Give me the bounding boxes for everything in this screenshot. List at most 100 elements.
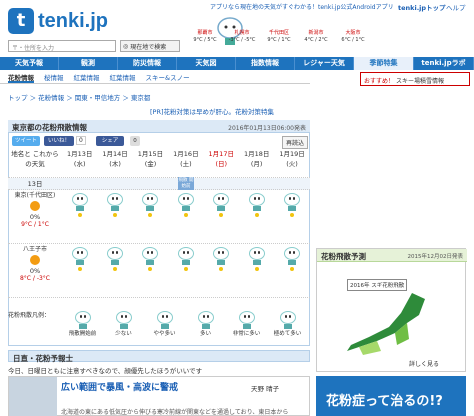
date-cell: 1月19日(火)	[279, 150, 305, 168]
news-card[interactable]: 広い範囲で暴風・高波に警戒 天野 晴子 北海道の東にある低気圧から伸びる寒冷前線…	[8, 376, 310, 416]
corner-label: 地名と これからの天気	[11, 150, 59, 168]
place-name: 東京(千代田区)	[14, 192, 56, 199]
view-details-link[interactable]: 詳しく見る	[409, 359, 439, 368]
subnav-item[interactable]: 花粉情報	[8, 72, 34, 83]
nav-item[interactable]: 天気予報	[0, 57, 59, 70]
pollen-mascot-icon	[142, 193, 159, 211]
pollen-mascot-icon	[115, 311, 132, 329]
nav-item-selected[interactable]: 季節特集	[354, 57, 414, 70]
pollen-cell	[133, 190, 168, 243]
pollen-cell	[204, 190, 239, 243]
city-card[interactable]: 千代田区 9°C / 1°C	[262, 30, 296, 54]
news-headline[interactable]: 広い範囲で暴風・高波に警戒	[61, 380, 178, 393]
issued-time: 2016年01月13日06:00発表	[228, 125, 306, 132]
ski-snow-ad[interactable]: おすすめ！ スキー場積雪情報	[360, 72, 470, 86]
pollen-cell	[97, 244, 132, 297]
legend-item: 多い	[185, 308, 226, 346]
like-button[interactable]: いいね！	[44, 136, 74, 146]
pollen-mascot-icon	[238, 311, 255, 329]
season-start-marker: 飛散 開始前	[178, 177, 194, 190]
pollen-cell	[204, 244, 239, 297]
weather-map-image	[9, 377, 57, 416]
sidebar-date: 2015年12月02日発表	[407, 254, 464, 260]
sunny-icon	[30, 255, 40, 265]
pollen-cell	[239, 190, 274, 243]
legend-title: 花粉飛散凡例：	[8, 312, 51, 319]
nav-item[interactable]: レジャー天気	[295, 57, 354, 70]
share-count: 0	[130, 136, 140, 146]
place-row: 八王子市 0% 8°C / -3°C	[8, 244, 310, 298]
city-forecast-strip: 那覇市 9°C / 5°C 札幌市 -3°C / -5°C 千代田区 9°C / 1°…	[188, 30, 370, 54]
pollen-cell	[62, 190, 97, 243]
nav-item[interactable]: 観測	[59, 57, 118, 70]
pollen-mascot-icon	[156, 311, 173, 329]
date-cell: 1月18日(月)	[243, 150, 270, 168]
date-cell: 1月16日(土)	[173, 150, 199, 168]
today-label: 13日	[27, 180, 43, 188]
place-cell[interactable]: 八王子市 0% 8°C / -3°C	[8, 244, 62, 297]
help-link[interactable]: ヘルプ	[446, 2, 466, 12]
forecaster-section-header: 日直・花粉予報士	[8, 350, 310, 363]
city-card[interactable]: 那覇市 9°C / 5°C	[188, 30, 222, 54]
top-link[interactable]: tenki.jpトップ	[398, 2, 446, 12]
nav-item[interactable]: 指数情報	[236, 57, 295, 70]
pollen-mascot-icon	[248, 193, 265, 211]
subnav-item[interactable]: 桜情報	[44, 72, 64, 83]
city-card[interactable]: 新潟市 4°C / 2°C	[299, 30, 333, 54]
pollen-mascot-icon	[279, 311, 296, 329]
like-count: 0	[76, 136, 86, 145]
pollen-forecast-sidebar[interactable]: 花粉飛散予測 2015年12月02日発表 2016年 スギ花粉飛散 詳しく見る	[316, 248, 467, 372]
panel-title: 東京都の花粉飛散情報	[12, 123, 87, 132]
pollen-cell	[168, 244, 203, 297]
pollen-cell	[133, 244, 168, 297]
sunny-icon	[30, 201, 40, 211]
pollen-mascot-icon	[284, 247, 301, 265]
nav-item[interactable]: tenki.jpラボ	[414, 57, 474, 70]
pollen-mascot-icon	[248, 247, 265, 265]
pollen-mascot-icon	[107, 247, 124, 265]
logo-icon: t	[8, 8, 34, 34]
subnav-item[interactable]: 紅葉情報	[74, 72, 100, 83]
address-search-input[interactable]: 〒・住所を入力	[8, 40, 116, 52]
pollen-mascot-icon	[197, 311, 214, 329]
precip-pct: 0%	[29, 213, 41, 221]
main-nav: 天気予報 観測 防災情報 天気図 指数情報 レジャー天気 季節特集 tenki.…	[0, 57, 474, 70]
tweet-button[interactable]: ツイート	[12, 136, 40, 146]
pollen-legend: 花粉飛散凡例： 飛散開始前 少ない やや多い 多い 非常に多い 極めて多い	[8, 308, 310, 346]
site-logo[interactable]: t tenki.jp	[8, 8, 108, 34]
place-cell[interactable]: 東京(千代田区) 0% 9°C / 1°C	[8, 190, 62, 243]
date-cell: 1月13日(水)	[66, 150, 93, 168]
pollen-cell	[274, 244, 309, 297]
city-card[interactable]: 大阪市 6°C / 1°C	[336, 30, 370, 54]
pr-link[interactable]: [PR]花粉対策は早めが肝心。花粉対策特集	[150, 106, 274, 116]
pollen-mascot-icon	[74, 311, 91, 329]
app-promo-link[interactable]: アプリなら現在地の天気がすぐわかる！tenki.jp公式Androidアプリ	[210, 2, 394, 11]
pollen-mascot-icon	[213, 193, 230, 211]
share-button[interactable]: シェア	[96, 136, 124, 146]
city-card[interactable]: 札幌市 -3°C / -5°C	[225, 30, 259, 54]
location-icon: ◎	[123, 42, 129, 50]
subnav-item[interactable]: スキー&スノー	[146, 72, 190, 83]
legend-item: やや多い	[144, 308, 185, 346]
date-cell: 1月15日(金)	[137, 150, 164, 168]
nav-item[interactable]: 天気図	[177, 57, 236, 70]
section-title: 日直・花粉予報士	[13, 354, 73, 363]
date-cell: 1月14日(木)	[102, 150, 128, 168]
subnav-item[interactable]: 紅葉情報	[110, 72, 136, 83]
today-row: 13日 飛散 開始前	[8, 177, 310, 190]
sidebar-ad-banner[interactable]: 花粉症って治るの!?	[316, 376, 466, 416]
legend-item: 飛散開始前	[62, 308, 103, 346]
pollen-mascot-icon	[71, 193, 88, 211]
logo-text: tenki.jp	[38, 9, 109, 32]
section-note: 今日、日曜日ともに注意すべきなので、顔優先したほうがいいです	[8, 367, 203, 375]
pollen-mascot-icon	[107, 193, 124, 211]
pollen-cell	[97, 190, 132, 243]
pollen-mascot-icon	[177, 247, 194, 265]
current-location-search-button[interactable]: ◎ 現在地で検索	[120, 40, 180, 52]
japan-pollen-map	[347, 293, 425, 355]
sidebar-title: 花粉飛散予測	[321, 252, 366, 261]
legend-item: 極めて多い	[267, 308, 308, 346]
breadcrumb[interactable]: トップ ＞ 花粉情報 ＞ 関東・甲信地方 ＞ 東京都	[8, 92, 150, 102]
pollen-cell	[62, 244, 97, 297]
nav-item[interactable]: 防災情報	[118, 57, 177, 70]
